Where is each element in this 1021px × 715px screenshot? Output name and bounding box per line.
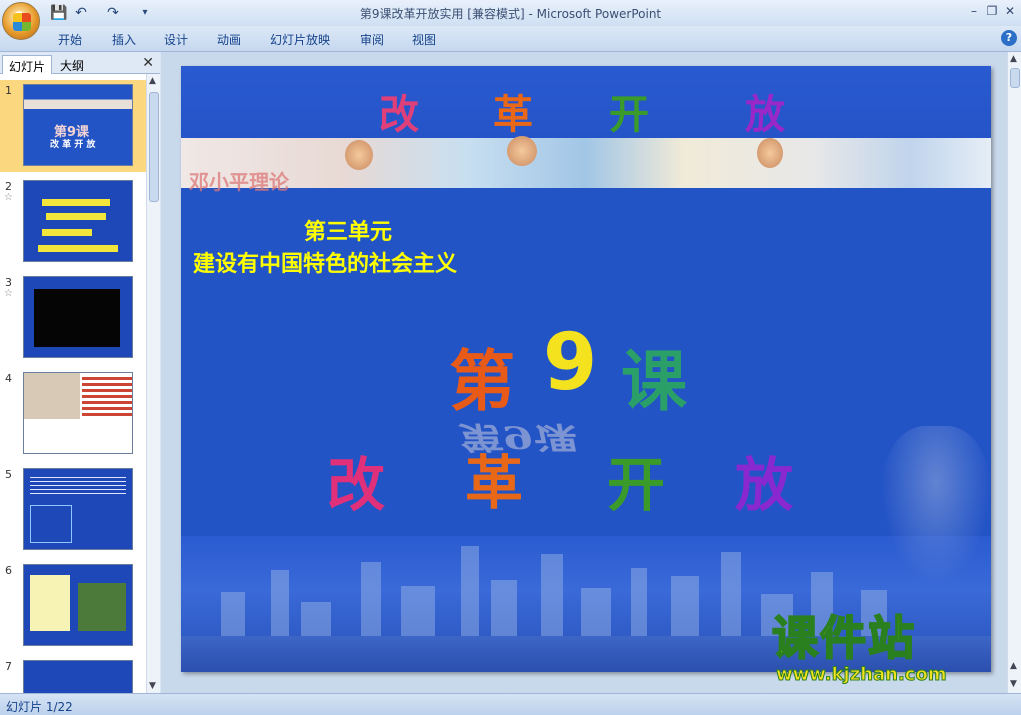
editor-scrollbar[interactable]: ▲ ▲ ▼ [1007,52,1021,693]
unit-label: 第三单元 [304,220,393,245]
header-char: 改 [379,91,419,138]
slide-thumbnail-row[interactable]: 2 ☆ [0,176,146,268]
watermark-url: www.kjzhan.com [776,664,948,686]
slide-number: 6 [5,564,12,577]
slide-counter: 幻灯片 1/22 [6,700,73,714]
animation-star-icon: ☆ [4,288,13,299]
slide-thumbnail[interactable] [23,180,133,262]
next-slide-icon[interactable]: ▼ [1010,679,1017,689]
watermark-logo: 课件站 www.kjzhan.com [771,611,948,686]
tab-review[interactable]: 审阅 [360,31,384,48]
slide-thumbnail[interactable] [23,468,133,550]
title-bar: 💾 ↶ ↷ ▾ 第9课改革开放实用 [兼容模式] - Microsoft Pow… [0,0,1021,26]
slide-thumbnail-row[interactable]: 6 [0,560,146,652]
header-char: 革 [493,91,533,138]
title-char: 革 [465,449,524,517]
animation-star-icon: ☆ [4,192,13,203]
scroll-up-icon[interactable]: ▲ [149,76,156,86]
unit-title: 建设有中国特色的社会主义 [193,252,458,277]
help-icon[interactable]: ? [1001,30,1017,46]
slide-editor: 改 革 开 放 邓小平理论 第三单元 建设有中国特色的社会主义 第 9 课 第9… [161,52,1007,693]
tab-insert[interactable]: 插入 [112,31,136,48]
thumb-subtitle: 改 革 开 放 [50,140,96,150]
slide-thumbnail[interactable] [23,276,133,358]
tab-animations[interactable]: 动画 [217,31,241,48]
slide-header-band: 改 革 开 放 [181,66,991,138]
slide-number: 1 [5,84,12,97]
title-char: 放 [735,451,794,519]
portrait-photo [757,138,783,168]
tab-view[interactable]: 视图 [412,31,436,48]
tab-slides[interactable]: 幻灯片 [2,55,53,74]
watermark-title: 课件站 [771,611,916,665]
slide-thumbnail[interactable] [23,660,133,693]
slide-thumbnail-row[interactable]: 1 第9课 改 革 开 放 [0,80,146,172]
title-char: 开 [607,451,666,519]
minimize-icon[interactable]: – [965,3,983,19]
slide-number: 7 [5,660,12,673]
close-pane-icon[interactable]: ✕ [142,55,154,71]
slide-thumbnail-row[interactable]: 5 [0,464,146,556]
maximize-icon[interactable]: ❐ [983,3,1001,19]
ribbon-tabs: 开始 插入 设计 动画 幻灯片放映 审阅 视图 ? [0,26,1021,52]
close-icon[interactable]: ✕ [1001,3,1019,19]
pane-tabs: 幻灯片 大纲 ✕ [0,52,160,74]
scroll-thumb[interactable] [149,92,159,202]
slide-thumbnail[interactable] [23,372,133,454]
title-char: 改 [327,451,386,519]
tab-design[interactable]: 设计 [164,31,188,48]
thumbnail-list: 1 第9课 改 革 开 放 2 ☆ 3 ☆ 4 5 6 7 [0,74,146,693]
tab-outline[interactable]: 大纲 [54,55,90,74]
slides-pane: 幻灯片 大纲 ✕ 1 第9课 改 革 开 放 2 ☆ 3 ☆ 4 5 6 7 ▲… [0,52,160,693]
slide-thumbnail[interactable] [23,564,133,646]
status-bar: 幻灯片 1/22 [0,693,1021,715]
scroll-thumb[interactable] [1010,68,1020,88]
previous-slide-icon[interactable]: ▲ [1010,661,1017,671]
theory-text: 邓小平理论 [189,170,289,194]
slide-thumbnail-row[interactable]: 7 [0,656,146,693]
scroll-down-icon[interactable]: ▼ [149,681,156,691]
tab-slideshow[interactable]: 幻灯片放映 [270,31,330,48]
thumbnail-scrollbar[interactable]: ▲ ▼ [146,74,160,693]
header-char: 开 [609,91,649,138]
lesson-number: 9 [543,318,598,408]
portrait-photo [507,136,537,166]
header-char: 放 [745,91,785,138]
slide-thumbnail[interactable]: 第9课 改 革 开 放 [23,84,133,166]
office-button[interactable] [2,2,40,40]
photo-banner [181,136,991,188]
window-title: 第9课改革开放实用 [兼容模式] - Microsoft PowerPoint [359,7,662,21]
current-slide[interactable]: 改 革 开 放 邓小平理论 第三单元 建设有中国特色的社会主义 第 9 课 第9… [181,66,991,672]
portrait-image [881,426,991,586]
office-logo-icon [13,13,31,31]
tab-home[interactable]: 开始 [58,31,82,48]
scroll-up-icon[interactable]: ▲ [1010,54,1017,64]
slide-number: 4 [5,372,12,385]
slide-thumbnail-row[interactable]: 4 [0,368,146,460]
lesson-di: 第 [449,342,515,420]
portrait-photo [345,140,373,170]
slide-thumbnail-row[interactable]: 3 ☆ [0,272,146,364]
lesson-ke: 课 [621,342,687,420]
slide-number: 5 [5,468,12,481]
